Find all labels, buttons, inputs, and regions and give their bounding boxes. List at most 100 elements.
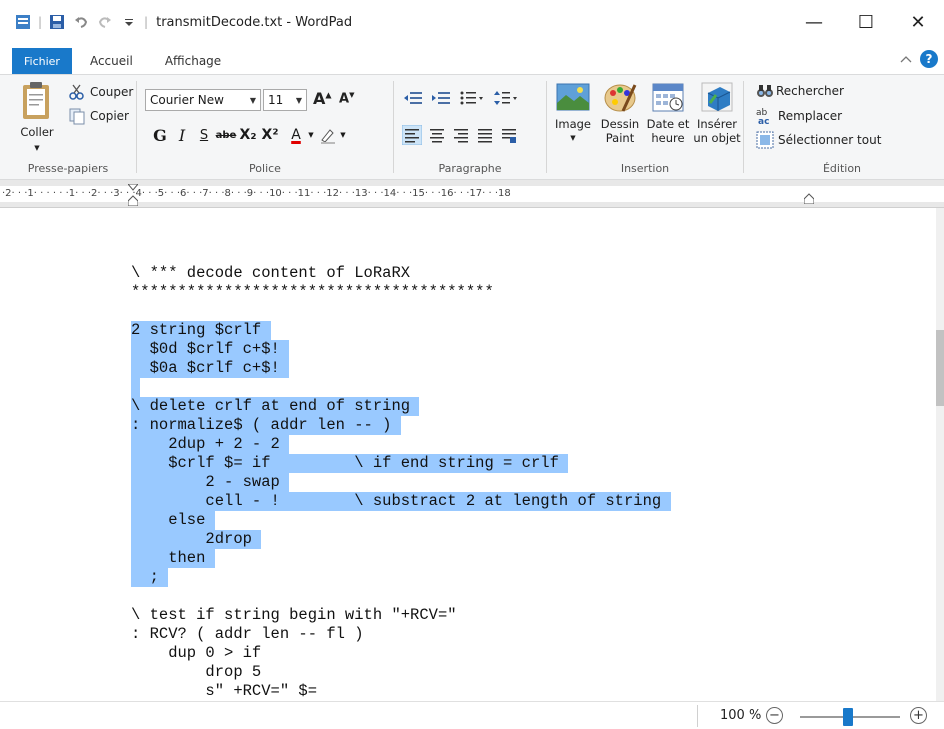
font-size-select[interactable]: 11 ▼ [263, 89, 307, 111]
text-line[interactable]: 2 string $crlf [131, 321, 271, 340]
image-button[interactable]: Image ▼ [553, 81, 593, 145]
undo-icon[interactable] [72, 13, 90, 31]
object-icon [701, 82, 733, 112]
tab-view[interactable]: Affichage [151, 48, 235, 74]
align-center-icon[interactable] [428, 126, 446, 144]
text-line[interactable]: : RCV? ( addr len -- fl ) [131, 625, 364, 644]
zoom-out-button[interactable]: − [766, 707, 783, 724]
status-divider [697, 705, 698, 727]
left-indent-marker-icon[interactable] [128, 184, 138, 206]
group-clipboard: Coller ▼ Couper Copier Presse-papiers [0, 75, 136, 179]
window-title: transmitDecode.txt - WordPad [156, 14, 353, 30]
text-line[interactable]: s" +RCV=" $= [131, 682, 317, 701]
bold-button[interactable]: G [149, 123, 171, 147]
vertical-scrollbar[interactable] [936, 208, 944, 701]
text-line[interactable]: : normalize$ ( addr len -- ) [131, 416, 401, 435]
shrink-font-icon: A▼ [339, 91, 355, 107]
paragraph-group-label: Paragraphe [438, 162, 502, 175]
italic-button[interactable]: I [171, 123, 193, 147]
qa-separator: | [38, 15, 43, 29]
increase-indent-icon[interactable] [432, 91, 450, 105]
font-group-label: Police [249, 162, 281, 175]
customize-dropdown-icon[interactable] [120, 13, 138, 31]
paste-button[interactable]: Coller ▼ [20, 81, 54, 155]
justify-icon[interactable] [476, 126, 494, 144]
image-dropdown-icon: ▼ [570, 134, 576, 142]
text-color-dropdown-icon[interactable]: ▼ [307, 123, 315, 147]
cut-button[interactable]: Couper [68, 83, 133, 101]
right-indent-marker-icon[interactable] [804, 190, 814, 204]
align-right-icon[interactable] [452, 126, 470, 144]
text-line[interactable]: $0a $crlf c+$! [131, 359, 290, 378]
text-line[interactable]: then [131, 549, 215, 568]
find-button[interactable]: Rechercher [756, 83, 844, 99]
text-line[interactable]: $0d $crlf c+$! [131, 340, 290, 359]
select-all-button[interactable]: Sélectionner tout [756, 131, 881, 149]
zoom-in-button[interactable]: + [910, 707, 927, 724]
vertical-scroll-thumb[interactable] [936, 330, 944, 406]
paragraph-align-row [402, 125, 518, 145]
highlighter-icon [321, 129, 335, 144]
minimize-button[interactable]: — [788, 0, 840, 44]
maximize-button[interactable]: ☐ [840, 0, 892, 44]
subscript-button[interactable]: X₂ [237, 123, 259, 147]
find-label: Rechercher [776, 84, 844, 98]
insert-object-button[interactable]: Insérer un objet [693, 81, 741, 145]
paste-dropdown-icon[interactable]: ▼ [34, 141, 39, 155]
date-time-label: Date et heure [646, 117, 690, 145]
shrink-font-button[interactable]: A▼ [339, 91, 354, 106]
line-spacing-icon[interactable] [494, 91, 518, 105]
superscript-button[interactable]: X² [259, 123, 281, 147]
text-line[interactable]: cell - ! \ substract 2 at length of stri… [131, 492, 671, 511]
text-line[interactable]: else [131, 511, 215, 530]
status-bar: 100 % − + [0, 701, 944, 729]
text-line[interactable]: dup 0 > if [131, 644, 261, 663]
highlight-dropdown-icon[interactable]: ▼ [339, 123, 347, 147]
collapse-ribbon-icon[interactable] [900, 52, 912, 66]
text-line[interactable]: $crlf $= if \ if end string = crlf [131, 454, 569, 473]
replace-button[interactable]: ab ac Remplacer [756, 107, 842, 125]
clipboard-group-label: Presse-papiers [27, 162, 109, 175]
text-line[interactable] [131, 378, 141, 397]
ruler[interactable]: ·2· · ·1· · · · · ·1· · ·2· · ·3· · ·4· … [0, 180, 944, 208]
decrease-indent-icon[interactable] [404, 91, 422, 105]
strikethrough-button[interactable]: abe [215, 123, 237, 147]
zoom-slider-thumb[interactable] [843, 708, 853, 726]
paragraph-dialog-icon[interactable] [500, 126, 518, 144]
image-label: Image [554, 117, 592, 131]
clipboard-icon [23, 82, 49, 119]
close-button[interactable]: ✕ [892, 0, 944, 44]
document-area[interactable]: \ *** decode content of LoRaRX **********… [0, 208, 936, 701]
text-line[interactable]: \ delete crlf at end of string [131, 397, 420, 416]
text-line[interactable]: drop 5 [131, 663, 261, 682]
calendar-icon [652, 83, 684, 112]
text-line[interactable]: 2drop [131, 530, 262, 549]
paste-label: Coller [20, 125, 54, 139]
text-line[interactable]: ; [131, 568, 169, 587]
wordpad-app-icon[interactable] [14, 13, 32, 31]
insert-object-label: Insérer un objet [693, 117, 741, 145]
text-line[interactable]: 2dup + 2 - 2 [131, 435, 290, 454]
date-time-button[interactable]: Date et heure [645, 81, 691, 145]
underline-button[interactable]: S [193, 123, 215, 147]
paint-drawing-button[interactable]: Dessin Paint [597, 81, 643, 145]
copy-button[interactable]: Copier [68, 107, 129, 125]
help-icon[interactable]: ? [920, 50, 938, 68]
highlight-color-button[interactable] [317, 123, 339, 147]
text-line[interactable]: \ *** decode content of LoRaRX [131, 264, 410, 283]
ribbon: Coller ▼ Couper Copier Presse-papiers Co… [0, 74, 944, 180]
font-family-select[interactable]: Courier New ▼ [145, 89, 261, 111]
text-line[interactable]: 2 - swap [131, 473, 290, 492]
copy-label: Copier [90, 109, 129, 123]
grow-font-button[interactable]: A▲ [313, 89, 332, 108]
save-icon[interactable] [48, 13, 66, 31]
text-line[interactable]: *************************************** [131, 283, 494, 302]
text-color-button[interactable]: A [285, 123, 307, 147]
replace-label: Remplacer [778, 109, 843, 123]
tab-file[interactable]: Fichier [12, 48, 72, 74]
align-left-icon[interactable] [402, 125, 422, 145]
redo-icon[interactable] [96, 13, 114, 31]
tab-home[interactable]: Accueil [76, 48, 147, 74]
bullet-list-icon[interactable] [460, 91, 484, 105]
text-line[interactable]: \ test if string begin with "+RCV=" [131, 606, 457, 625]
